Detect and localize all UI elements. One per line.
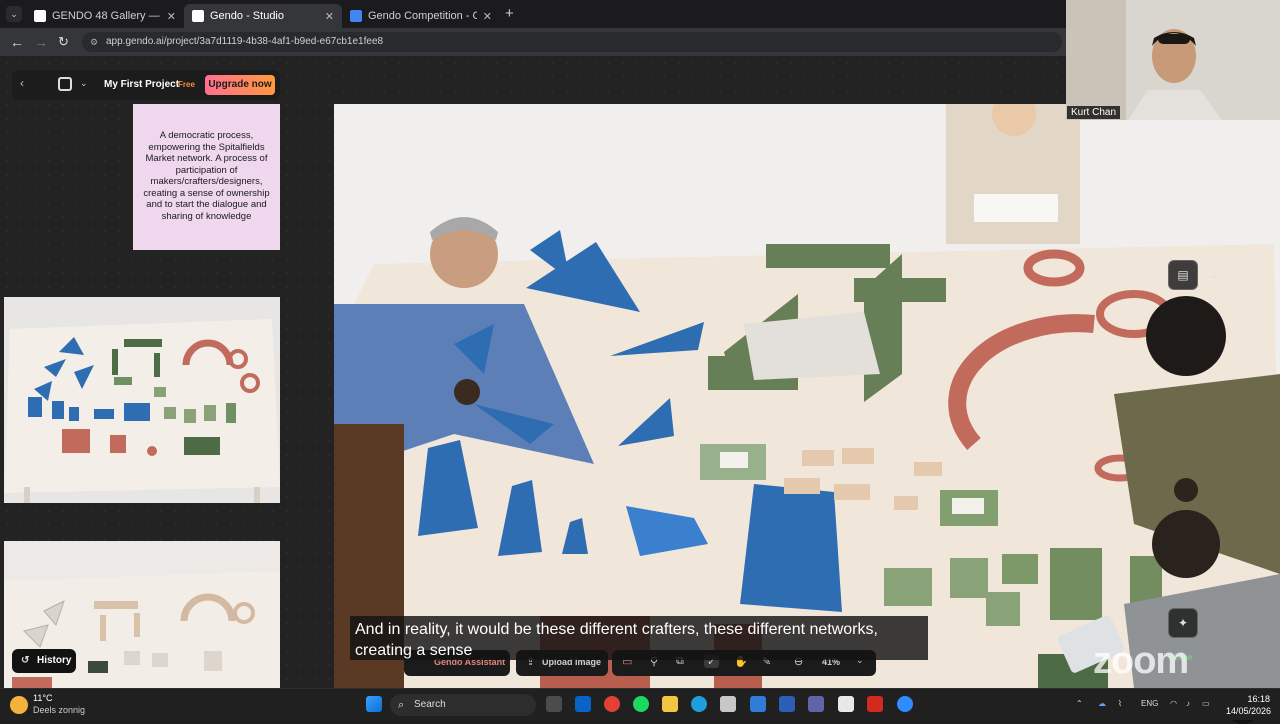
sticky-note[interactable]: A democratic process, empowering the Spi… (133, 104, 280, 250)
windows-start-icon[interactable] (366, 696, 382, 712)
chrome-icon[interactable] (604, 696, 620, 712)
layout-icon[interactable]: ▤ (1168, 260, 1198, 290)
tab-google-docs[interactable]: Gendo Competition - Google D ✕ (342, 4, 500, 28)
participant-name: Kurt Chan (1067, 106, 1121, 119)
plan-badge: Free (178, 80, 195, 89)
tab-search-button[interactable]: ⌄ (6, 6, 22, 22)
app-icon[interactable] (838, 696, 854, 712)
onedrive-icon[interactable]: ☁ (1098, 699, 1106, 708)
new-tab-button[interactable]: + (505, 5, 514, 22)
sparkle-icon[interactable]: ✦ (1168, 608, 1198, 638)
participant-video[interactable] (1066, 0, 1280, 120)
zoom-watermark: zoom (1093, 640, 1189, 682)
gendo-favicon-icon (34, 10, 46, 22)
weather-temp[interactable]: 11°C (33, 693, 52, 703)
history-clock-icon: ↺ (21, 655, 30, 666)
network-icon[interactable]: ⌇ (1118, 699, 1122, 708)
caption-subtitle: And in reality, it would be these differ… (350, 616, 928, 660)
close-tab-icon[interactable]: ✕ (167, 10, 176, 23)
clock-time: 16:18 (1247, 694, 1270, 704)
reload-icon[interactable]: ↻ (58, 34, 69, 50)
spotify-icon[interactable] (633, 696, 649, 712)
file-explorer-icon[interactable] (662, 696, 678, 712)
history-label: History (37, 655, 72, 666)
taskbar-clock[interactable]: 16:18 14/05/2026 (1226, 693, 1272, 717)
close-tab-icon[interactable]: ✕ (483, 10, 492, 23)
generated-image-thumbnail[interactable] (4, 297, 280, 503)
chevron-down-icon[interactable]: ⌄ (80, 78, 88, 89)
tab-title: GENDO 48 Gallery — Winner, F (52, 10, 161, 22)
close-tab-icon[interactable]: ✕ (325, 10, 334, 23)
volume-icon[interactable]: ♪ (1186, 699, 1190, 708)
history-button[interactable]: ↺ History (12, 649, 76, 673)
wifi-icon[interactable]: ◠ (1170, 699, 1177, 708)
weather-condition[interactable]: Deels zonnig (33, 705, 85, 715)
upgrade-button[interactable]: Upgrade now (205, 75, 275, 95)
main-canvas-image[interactable] (334, 104, 1280, 688)
model-thumbnail-image (4, 297, 280, 503)
gendo-studio-app: ‹ ⌄ My First Project Free Upgrade now A … (0, 56, 1280, 724)
back-arrow-icon[interactable]: ← (10, 34, 24, 50)
weather-sun-icon[interactable] (10, 696, 28, 714)
forward-arrow-icon[interactable]: → (34, 34, 48, 50)
search-icon: ⌕ (398, 699, 405, 711)
tray-chevron-up-icon[interactable]: ⌃ (1076, 699, 1083, 708)
site-info-icon[interactable]: ⚙ (90, 32, 98, 52)
tab-gendo-studio[interactable]: Gendo - Studio ✕ (184, 4, 342, 28)
clock-date: 14/05/2026 (1226, 706, 1272, 716)
project-name[interactable]: My First Project (104, 79, 179, 90)
tab-title: Gendo Competition - Google D (368, 10, 477, 22)
url-text: app.gendo.ai/project/3a7d1119-4b38-4af1-… (106, 36, 384, 47)
gendo-favicon-icon (192, 10, 204, 22)
arrow-right-icon[interactable]: → (1198, 260, 1228, 290)
edge-icon[interactable] (691, 696, 707, 712)
security-icon[interactable] (750, 696, 766, 712)
outlook-icon[interactable] (575, 696, 591, 712)
project-header: ‹ ⌄ My First Project Free Upgrade now (12, 70, 280, 100)
acrobat-icon[interactable] (867, 696, 883, 712)
tab-title: Gendo - Studio (210, 10, 284, 22)
back-chevron-icon[interactable]: ‹ (20, 76, 24, 90)
project-icon[interactable] (58, 77, 72, 91)
teams-icon[interactable] (808, 696, 824, 712)
participant-video-frame (1066, 0, 1280, 120)
task-view-icon[interactable] (546, 696, 562, 712)
revit-icon[interactable] (779, 696, 795, 712)
tab-gendo-gallery[interactable]: GENDO 48 Gallery — Winner, F ✕ (26, 4, 184, 28)
zoom-app-icon[interactable] (897, 696, 913, 712)
taskbar-search[interactable]: ⌕ Search (390, 694, 536, 716)
language-indicator[interactable]: ENG (1141, 699, 1158, 708)
google-docs-favicon-icon (350, 10, 362, 22)
snipping-tool-icon[interactable] (720, 696, 736, 712)
workshop-scene-image (334, 104, 1280, 688)
windows-taskbar: 11°C Deels zonnig ⌕ Search ⌃ ☁ ⌇ ENG ◠ ♪… (0, 688, 1280, 720)
search-label: Search (414, 699, 446, 710)
url-field[interactable]: ⚙ app.gendo.ai/project/3a7d1119-4b38-4af… (82, 32, 1062, 52)
battery-icon[interactable]: ▭ (1202, 699, 1210, 708)
